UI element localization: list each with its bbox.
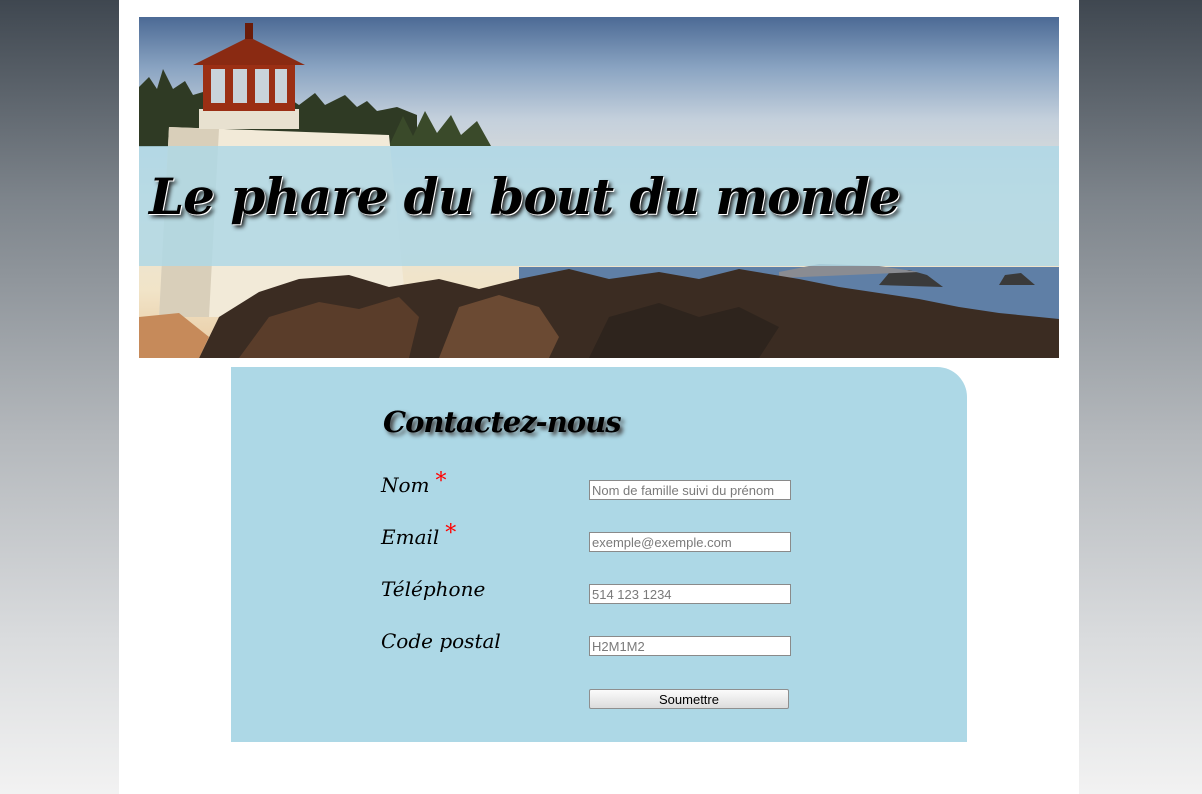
contact-form-panel: Contactez-nous Nom* Email* Téléphone Cod…: [231, 367, 967, 742]
postal-code-label-text: Code postal: [381, 629, 501, 653]
postal-code-label: Code postal: [381, 629, 501, 653]
phone-label: Téléphone: [381, 577, 485, 601]
site-title: Le phare du bout du monde: [149, 167, 901, 226]
name-label-text: Nom: [381, 473, 430, 497]
name-input[interactable]: [589, 480, 791, 500]
email-label: Email *: [381, 521, 456, 550]
submit-button[interactable]: Soumettre: [589, 689, 789, 709]
email-input[interactable]: [589, 532, 791, 552]
contact-heading: Contactez-nous: [383, 405, 622, 439]
phone-input[interactable]: [589, 584, 791, 604]
required-asterisk: *: [445, 521, 457, 546]
phone-label-text: Téléphone: [381, 577, 486, 601]
header-banner: Le phare du bout du monde: [139, 17, 1059, 358]
name-label: Nom *: [381, 469, 447, 498]
page-container: Le phare du bout du monde Contactez-nous…: [119, 0, 1079, 794]
required-asterisk: *: [435, 469, 447, 494]
postal-code-input[interactable]: [589, 636, 791, 656]
email-label-text: Email: [381, 525, 440, 549]
